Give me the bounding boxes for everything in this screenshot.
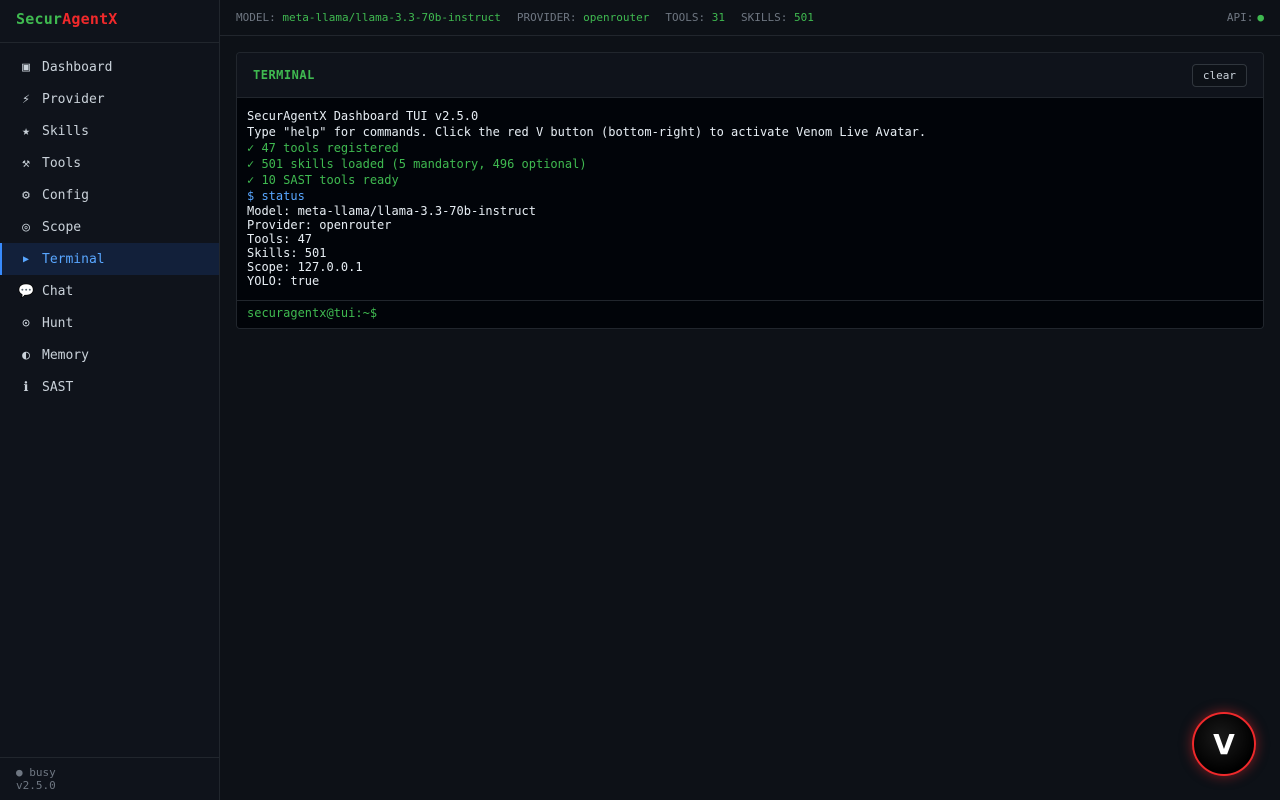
sidebar-footer: ● busy v2.5.0 <box>0 757 219 800</box>
status-bar: MODEL: meta-llama/llama-3.3-70b-instruct… <box>220 0 1280 36</box>
sidebar-item-label: Hunt <box>42 315 74 331</box>
hammer-icon: ⚒ <box>22 155 30 171</box>
sidebar-item-label: Dashboard <box>42 59 113 75</box>
sidebar-item-label: Scope <box>42 219 82 235</box>
sidebar-item-scope[interactable]: ◎ Scope <box>0 211 219 243</box>
sidebar: SecurAgentX ▣ Dashboard ⚡ Provider ★ Ski… <box>0 0 220 800</box>
sidebar-item-label: Memory <box>42 347 89 363</box>
info-icon: ℹ <box>23 379 29 395</box>
venom-label: V <box>1213 727 1235 761</box>
sidebar-item-chat[interactable]: 💬 Chat <box>0 275 219 307</box>
terminal-line: ✓ 10 SAST tools ready <box>247 173 399 187</box>
sidebar-item-memory[interactable]: ◐ Memory <box>0 339 219 371</box>
provider-status: PROVIDER: openrouter <box>517 11 649 24</box>
brand-logo[interactable]: SecurAgentX <box>0 0 219 43</box>
half-circle-icon: ◐ <box>22 347 30 363</box>
sidebar-item-dashboard[interactable]: ▣ Dashboard <box>0 51 219 83</box>
sidebar-item-label: Skills <box>42 123 89 139</box>
sidebar-item-provider[interactable]: ⚡ Provider <box>0 83 219 115</box>
status-indicator: ● busy <box>16 766 56 779</box>
brand-part-agentx: AgentX <box>62 10 118 28</box>
terminal-output-line: Model: meta-llama/llama-3.3-70b-instruct <box>247 204 536 218</box>
model-value: meta-llama/llama-3.3-70b-instruct <box>282 11 501 24</box>
panel-title: TERMINAL <box>253 68 315 82</box>
skills-status: SKILLS: 501 <box>741 11 814 24</box>
sidebar-item-hunt[interactable]: ⊙ Hunt <box>0 307 219 339</box>
terminal-line: ✓ 501 skills loaded (5 mandatory, 496 op… <box>247 157 587 171</box>
terminal-output-line: Scope: 127.0.0.1 <box>247 260 363 274</box>
app-root: SecurAgentX ▣ Dashboard ⚡ Provider ★ Ski… <box>0 0 1280 800</box>
skills-label: SKILLS: <box>741 11 788 24</box>
api-status: API: ● <box>1227 11 1264 24</box>
provider-value: openrouter <box>583 11 650 24</box>
model-label: MODEL: <box>236 11 276 24</box>
tools-value: 31 <box>711 11 726 24</box>
sidebar-item-label: Chat <box>42 283 74 299</box>
sidebar-item-sast[interactable]: ℹ SAST <box>0 371 219 403</box>
terminal-output-line: Tools: 47 <box>247 232 313 246</box>
api-status-dot-icon: ● <box>1257 11 1264 24</box>
terminal-command: $ status <box>247 189 305 203</box>
gear-icon: ⚙ <box>22 187 30 203</box>
provider-label: PROVIDER: <box>516 11 577 24</box>
model-status: MODEL: meta-llama/llama-3.3-70b-instruct <box>236 11 501 24</box>
dashboard-icon: ▣ <box>22 59 30 75</box>
sidebar-item-label: Tools <box>42 155 82 171</box>
sidebar-item-tools[interactable]: ⚒ Tools <box>0 147 219 179</box>
sidebar-item-skills[interactable]: ★ Skills <box>0 115 219 147</box>
play-icon: ▶ <box>22 253 30 265</box>
crosshair-icon: ⊙ <box>22 315 30 331</box>
clear-button[interactable]: clear <box>1191 63 1247 87</box>
terminal-prompt: securagentx@tui:~$ <box>247 306 378 320</box>
skills-value: 501 <box>794 11 814 24</box>
terminal-output-line: YOLO: true <box>247 274 320 288</box>
tools-status: TOOLS: 31 <box>665 11 725 24</box>
version-label: v2.5.0 <box>16 779 56 792</box>
terminal-output-line: Provider: openrouter <box>247 218 392 232</box>
sidebar-item-label: Provider <box>42 91 105 107</box>
brand-part-secur: Secur <box>16 10 63 28</box>
chat-icon: 💬 <box>18 283 35 299</box>
sidebar-item-label: SAST <box>42 379 74 395</box>
api-label: API: <box>1226 11 1254 24</box>
sidebar-nav: ▣ Dashboard ⚡ Provider ★ Skills ⚒ Tools … <box>0 43 219 403</box>
tools-label: TOOLS: <box>665 11 706 24</box>
sidebar-item-label: Terminal <box>42 251 105 267</box>
star-icon: ★ <box>22 123 30 139</box>
target-icon: ◎ <box>22 219 30 235</box>
lightning-icon: ⚡ <box>22 91 30 107</box>
terminal-output-line: Skills: 501 <box>247 246 327 260</box>
terminal-line: ✓ 47 tools registered <box>247 141 399 155</box>
terminal-input[interactable]: securagentx@tui:~$ <box>237 301 1263 328</box>
terminal-output[interactable]: SecurAgentX Dashboard TUI v2.5.0 Type "h… <box>237 98 1263 301</box>
sidebar-item-terminal[interactable]: ▶ Terminal <box>0 243 219 275</box>
terminal-panel: TERMINAL clear SecurAgentX Dashboard TUI… <box>236 52 1264 329</box>
sidebar-item-config[interactable]: ⚙ Config <box>0 179 219 211</box>
venom-avatar-button[interactable]: V <box>1192 712 1256 776</box>
main-area: MODEL: meta-llama/llama-3.3-70b-instruct… <box>220 0 1280 800</box>
sidebar-item-label: Config <box>42 187 89 203</box>
terminal-line: Type "help" for commands. Click the red … <box>247 125 927 139</box>
terminal-line: SecurAgentX Dashboard TUI v2.5.0 <box>247 109 479 123</box>
terminal-panel-header: TERMINAL clear <box>237 53 1263 98</box>
